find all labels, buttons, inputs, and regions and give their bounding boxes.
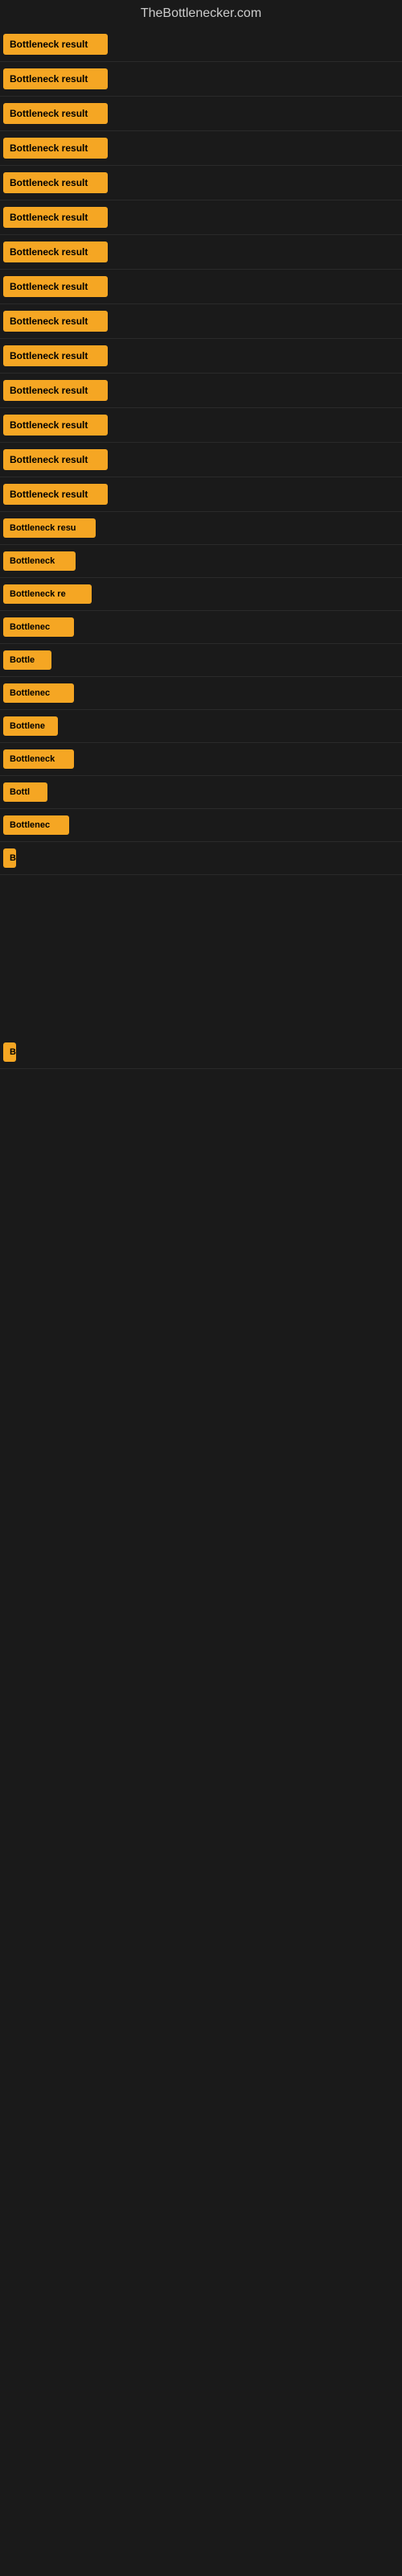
bottleneck-badge-24: Bottlenec xyxy=(3,815,69,835)
bottleneck-item-20[interactable]: Bottlenec xyxy=(0,677,402,710)
bottleneck-badge-11: Bottleneck result xyxy=(3,380,108,401)
bottleneck-item-6[interactable]: Bottleneck result xyxy=(0,200,402,235)
bottleneck-item-11[interactable]: Bottleneck result xyxy=(0,374,402,408)
bottleneck-item-5[interactable]: Bottleneck result xyxy=(0,166,402,200)
bottleneck-item-19[interactable]: Bottle xyxy=(0,644,402,677)
bottleneck-item-24[interactable]: Bottlenec xyxy=(0,809,402,842)
bottleneck-badge-26: B xyxy=(3,1042,16,1062)
bottleneck-item-25[interactable]: B xyxy=(0,842,402,875)
bottleneck-item-15[interactable]: Bottleneck resu xyxy=(0,512,402,545)
bottleneck-item-13[interactable]: Bottleneck result xyxy=(0,443,402,477)
bottleneck-badge-13: Bottleneck result xyxy=(3,449,108,470)
bottleneck-badge-3: Bottleneck result xyxy=(3,103,108,124)
blank-space xyxy=(0,875,402,1036)
bottleneck-item-17[interactable]: Bottleneck re xyxy=(0,578,402,611)
bottleneck-item-18[interactable]: Bottlenec xyxy=(0,611,402,644)
bottleneck-badge-5: Bottleneck result xyxy=(3,172,108,193)
bottleneck-item-4[interactable]: Bottleneck result xyxy=(0,131,402,166)
bottleneck-item-2[interactable]: Bottleneck result xyxy=(0,62,402,97)
bottleneck-badge-7: Bottleneck result xyxy=(3,242,108,262)
bottleneck-badge-14: Bottleneck result xyxy=(3,484,108,505)
bottleneck-badge-1: Bottleneck result xyxy=(3,34,108,55)
bottleneck-badge-10: Bottleneck result xyxy=(3,345,108,366)
bottleneck-item-8[interactable]: Bottleneck result xyxy=(0,270,402,304)
site-title: TheBottlenecker.com xyxy=(0,0,402,27)
bottleneck-item-7[interactable]: Bottleneck result xyxy=(0,235,402,270)
bottleneck-item-16[interactable]: Bottleneck xyxy=(0,545,402,578)
bottleneck-badge-8: Bottleneck result xyxy=(3,276,108,297)
bottleneck-badge-22: Bottleneck xyxy=(3,749,74,769)
bottleneck-item-26[interactable]: B xyxy=(0,1036,402,1069)
bottleneck-badge-20: Bottlenec xyxy=(3,683,74,703)
bottleneck-item-3[interactable]: Bottleneck result xyxy=(0,97,402,131)
bottleneck-badge-25: B xyxy=(3,848,16,868)
bottleneck-badge-9: Bottleneck result xyxy=(3,311,108,332)
bottleneck-badge-2: Bottleneck result xyxy=(3,68,108,89)
bottleneck-badge-16: Bottleneck xyxy=(3,551,76,571)
bottleneck-list: Bottleneck result Bottleneck result Bottle… xyxy=(0,27,402,1069)
bottleneck-badge-19: Bottle xyxy=(3,650,51,670)
bottleneck-item-10[interactable]: Bottleneck result xyxy=(0,339,402,374)
bottleneck-badge-15: Bottleneck resu xyxy=(3,518,96,538)
bottleneck-item-14[interactable]: Bottleneck result xyxy=(0,477,402,512)
bottleneck-badge-21: Bottlene xyxy=(3,716,58,736)
bottleneck-badge-18: Bottlenec xyxy=(3,617,74,637)
bottleneck-item-1[interactable]: Bottleneck result xyxy=(0,27,402,62)
bottleneck-badge-4: Bottleneck result xyxy=(3,138,108,159)
bottleneck-badge-12: Bottleneck result xyxy=(3,415,108,436)
bottleneck-item-22[interactable]: Bottleneck xyxy=(0,743,402,776)
bottleneck-badge-23: Bottl xyxy=(3,782,47,802)
bottleneck-item-12[interactable]: Bottleneck result xyxy=(0,408,402,443)
bottleneck-item-23[interactable]: Bottl xyxy=(0,776,402,809)
bottleneck-item-9[interactable]: Bottleneck result xyxy=(0,304,402,339)
bottleneck-item-21[interactable]: Bottlene xyxy=(0,710,402,743)
bottleneck-badge-6: Bottleneck result xyxy=(3,207,108,228)
bottleneck-badge-17: Bottleneck re xyxy=(3,584,92,604)
